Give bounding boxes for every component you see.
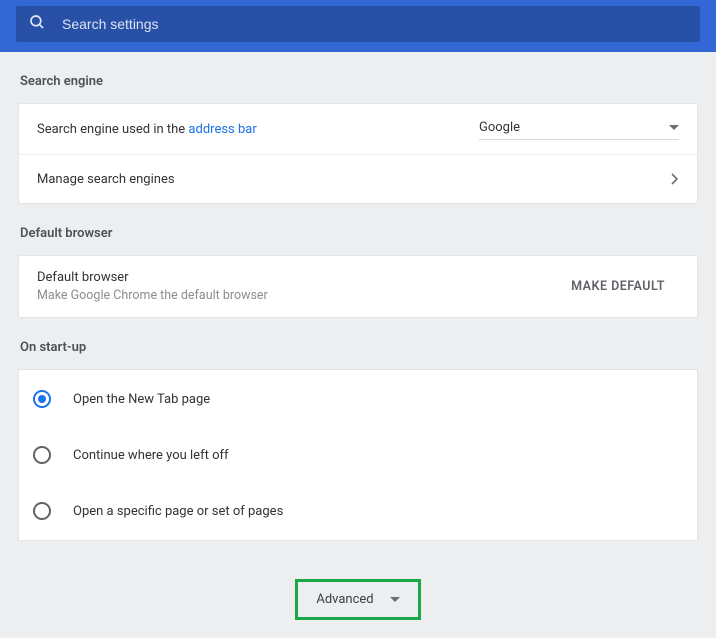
search-input[interactable] (62, 16, 688, 32)
default-browser-title: Default browser (37, 270, 557, 285)
radio-icon (33, 502, 51, 520)
dropdown-icon (390, 597, 400, 602)
manage-search-engines-label: Manage search engines (37, 172, 671, 187)
default-browser-row: Default browser Make Google Chrome the d… (19, 256, 697, 317)
section-heading-default-browser: Default browser (18, 204, 698, 255)
manage-search-engines-row[interactable]: Manage search engines (19, 155, 697, 203)
startup-option-1-label: Continue where you left off (73, 448, 229, 463)
startup-option-1[interactable]: Continue where you left off (19, 434, 697, 476)
search-settings-box[interactable] (16, 6, 700, 42)
search-engine-label: Search engine used in the address bar (37, 122, 479, 137)
search-engine-selected-value: Google (479, 120, 520, 135)
address-bar-link[interactable]: address bar (188, 122, 256, 137)
chevron-right-icon (671, 173, 679, 185)
radio-icon (33, 390, 51, 408)
search-engine-prefix: Search engine used in the (37, 122, 188, 137)
startup-option-2[interactable]: Open a specific page or set of pages (19, 490, 697, 532)
section-heading-search-engine: Search engine (18, 52, 698, 103)
section-heading-startup: On start-up (18, 318, 698, 369)
make-default-button[interactable]: MAKE DEFAULT (557, 271, 679, 302)
startup-option-2-label: Open a specific page or set of pages (73, 504, 283, 519)
search-engine-card: Search engine used in the address bar Go… (18, 103, 698, 204)
settings-content: Search engine Search engine used in the … (0, 52, 716, 638)
dropdown-icon (669, 125, 679, 130)
advanced-label: Advanced (316, 592, 373, 607)
search-icon (28, 13, 46, 35)
radio-icon (33, 446, 51, 464)
header-bar (0, 0, 716, 52)
startup-option-0[interactable]: Open the New Tab page (19, 378, 697, 420)
search-engine-row: Search engine used in the address bar Go… (19, 104, 697, 155)
default-browser-card: Default browser Make Google Chrome the d… (18, 255, 698, 318)
startup-card: Open the New Tab page Continue where you… (18, 369, 698, 541)
startup-option-0-label: Open the New Tab page (73, 392, 210, 407)
advanced-section: Advanced (18, 541, 698, 638)
search-engine-select[interactable]: Google (479, 118, 679, 140)
advanced-toggle-button[interactable]: Advanced (295, 579, 420, 620)
default-browser-sub: Make Google Chrome the default browser (37, 288, 557, 303)
